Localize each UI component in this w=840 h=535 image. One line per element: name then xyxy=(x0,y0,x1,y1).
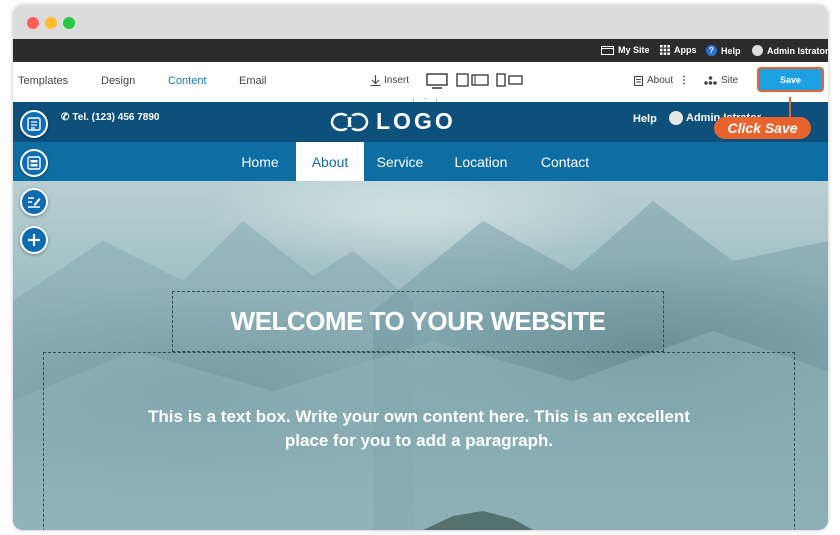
my-site-link[interactable]: My Site xyxy=(601,45,650,55)
plus-icon xyxy=(28,234,40,246)
admin-name: Admin Istrator xyxy=(767,45,828,56)
tab-templates[interactable]: Templates xyxy=(18,75,68,87)
minimize-window-button[interactable] xyxy=(45,17,57,29)
callout-leader-line xyxy=(789,97,791,118)
help-label: Help xyxy=(721,45,741,56)
desktop-view-icon[interactable] xyxy=(426,73,448,89)
page-icon xyxy=(634,75,643,86)
window-titlebar xyxy=(13,5,828,39)
help-icon: ? xyxy=(706,45,717,56)
apps-link[interactable]: Apps xyxy=(660,45,697,55)
phone-number: Tel. (123) 456 7890 xyxy=(72,112,160,123)
pages-panel-button[interactable] xyxy=(20,110,48,138)
site-help-link[interactable]: Help xyxy=(633,113,657,125)
help-link[interactable]: ? Help xyxy=(706,45,741,56)
insert-label: Insert xyxy=(384,75,410,86)
nav-about[interactable]: About xyxy=(296,142,364,181)
about-page-label: About xyxy=(647,75,674,86)
site-header: ✆ Tel. (123) 456 7890 LOGO Help Admin Is… xyxy=(13,102,828,142)
save-button[interactable]: Save xyxy=(757,67,824,92)
click-save-callout: Click Save xyxy=(714,117,811,139)
hero-section: WELCOME TO YOUR WEBSITE This is a text b… xyxy=(13,181,828,530)
hero-paragraph: This is a text box. Write your own conte… xyxy=(44,405,794,453)
mobile-view-icon[interactable] xyxy=(496,73,528,87)
user-avatar-icon xyxy=(752,45,763,56)
edit-content-button[interactable] xyxy=(20,188,48,216)
tab-design[interactable]: Design xyxy=(101,75,135,87)
browser-window: My Site Apps ? Help Admin Istrator Templ… xyxy=(13,5,828,530)
layout-icon xyxy=(27,156,41,170)
layout-panel-button[interactable] xyxy=(20,149,48,177)
about-page-menu[interactable]: About ⋮ xyxy=(634,75,689,86)
nav-contact[interactable]: Contact xyxy=(527,142,603,181)
page-list-icon xyxy=(27,117,41,131)
apps-label: Apps xyxy=(674,45,697,55)
logo-text: LOGO xyxy=(376,108,456,134)
more-vertical-icon: ⋮ xyxy=(679,75,690,86)
site-menu[interactable]: Site xyxy=(704,75,738,86)
site-label: Site xyxy=(721,75,739,86)
admin-account-menu[interactable]: Admin Istrator xyxy=(752,45,828,56)
nav-location[interactable]: Location xyxy=(441,142,521,181)
nav-home[interactable]: Home xyxy=(225,142,295,181)
maximize-window-button[interactable] xyxy=(63,17,75,29)
download-arrow-icon xyxy=(370,75,381,86)
user-avatar-icon xyxy=(669,111,683,125)
sitemap-icon xyxy=(704,76,717,85)
hero-text-box[interactable]: This is a text box. Write your own conte… xyxy=(43,352,795,530)
site-logo[interactable]: LOGO xyxy=(330,108,456,135)
admin-topbar: My Site Apps ? Help Admin Istrator xyxy=(13,39,828,62)
tab-content[interactable]: Content xyxy=(168,75,207,87)
tab-email[interactable]: Email xyxy=(239,75,267,87)
site-nav: Home About Service Location Contact xyxy=(13,142,828,181)
phone-info: ✆ Tel. (123) 456 7890 xyxy=(61,112,160,123)
add-element-button[interactable] xyxy=(20,226,48,254)
phone-icon: ✆ xyxy=(61,112,70,123)
hero-title[interactable]: WELCOME TO YOUR WEBSITE xyxy=(172,291,664,352)
my-site-label: My Site xyxy=(618,45,650,55)
insert-button[interactable]: Insert xyxy=(370,75,409,86)
edit-list-icon xyxy=(28,197,41,208)
infinity-logo-icon xyxy=(330,112,369,131)
grid-icon xyxy=(660,45,670,55)
close-window-button[interactable] xyxy=(27,17,39,29)
browser-icon xyxy=(601,45,614,55)
hero-paragraph-line-1: This is a text box. Write your own conte… xyxy=(148,407,690,426)
nav-service[interactable]: Service xyxy=(365,142,435,181)
editor-toolbar: Templates Design Content Email Insert ⌃ … xyxy=(13,62,828,107)
tablet-view-icon[interactable] xyxy=(456,73,490,87)
hero-paragraph-line-2: place for you to add a paragraph. xyxy=(284,431,554,450)
